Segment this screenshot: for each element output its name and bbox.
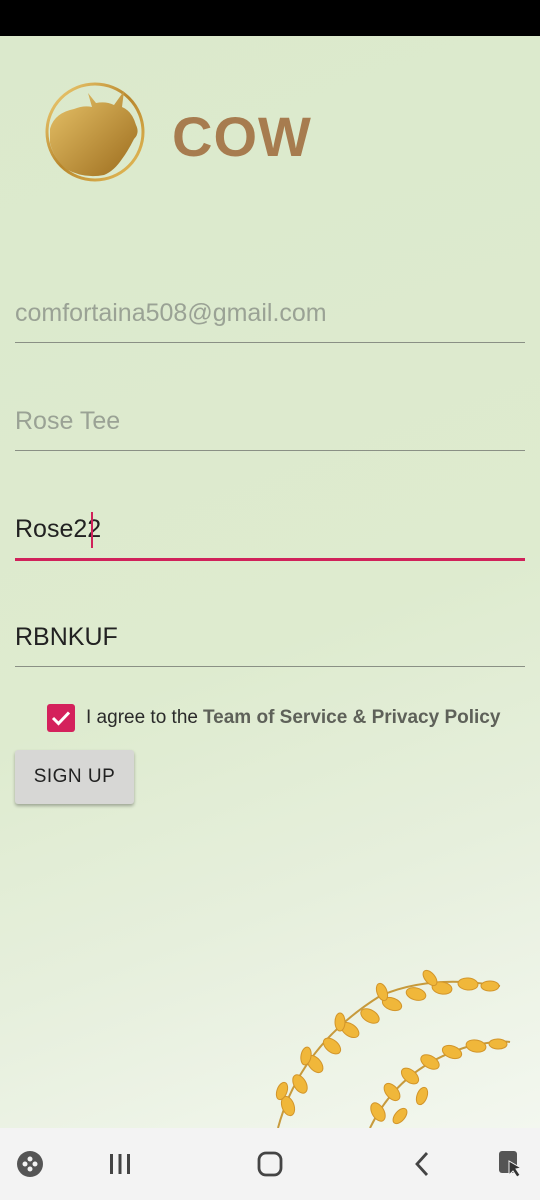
check-icon	[51, 711, 71, 726]
cow-logo-icon	[44, 81, 146, 183]
recent-apps-icon[interactable]	[102, 1146, 138, 1182]
agree-checkbox[interactable]	[47, 704, 75, 732]
screen-touch-icon[interactable]	[492, 1146, 528, 1182]
brand-name: COW	[172, 105, 312, 168]
text-cursor	[91, 512, 93, 548]
email-field-wrapper	[15, 284, 525, 344]
game-launcher-icon[interactable]	[12, 1146, 48, 1182]
referral-code-field[interactable]	[15, 608, 525, 667]
terms-privacy-link[interactable]: Team of Service & Privacy Policy	[203, 707, 500, 729]
status-bar	[0, 0, 540, 36]
wheat-decoration-icon	[260, 956, 540, 1128]
home-icon[interactable]	[252, 1146, 288, 1182]
username-field-wrapper	[15, 500, 525, 561]
full-name-field-wrapper	[15, 392, 525, 452]
email-field[interactable]	[15, 284, 525, 343]
signup-button[interactable]: SIGN UP	[15, 750, 134, 804]
full-name-field[interactable]	[15, 392, 525, 451]
terms-agreement: I agree to the Team of Service & Privacy…	[47, 704, 500, 732]
agree-text: I agree to the	[86, 707, 198, 728]
back-icon[interactable]	[404, 1146, 440, 1182]
system-navigation-bar	[0, 1128, 540, 1200]
signup-screen: COW I agree to the Team of Service & Pri…	[0, 36, 540, 1128]
referral-code-field-wrapper	[15, 608, 525, 668]
